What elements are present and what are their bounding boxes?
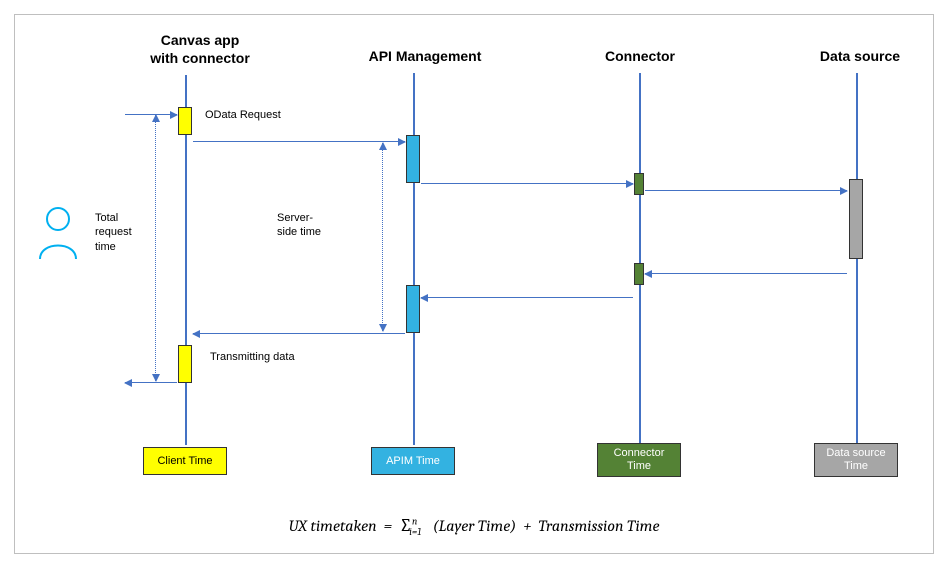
lifeline-datasource: [856, 73, 858, 445]
arrow-canvas-to-apim: [193, 141, 405, 142]
arrow-connector-to-apim: [421, 297, 633, 298]
formula-eq: =: [384, 517, 393, 535]
activation-apim-bottom: [406, 285, 420, 333]
activation-canvas-top: [178, 107, 192, 135]
formula-lhs: UX timetaken: [289, 517, 377, 535]
activation-apim-top: [406, 135, 420, 183]
header-datasource: Data source: [805, 47, 915, 65]
label-total-request-time: Total request time: [95, 211, 150, 254]
lifeline-connector: [639, 73, 641, 445]
label-odata-request: OData Request: [205, 109, 281, 121]
footer-apim-time: APIM Time: [371, 447, 455, 475]
activation-connector-bottom: [634, 263, 644, 285]
activation-datasource: [849, 179, 863, 259]
diagram-frame: Canvas app with connector API Management…: [14, 14, 934, 554]
span-total-request-time: [155, 115, 156, 381]
header-apim: API Management: [355, 47, 495, 65]
formula-sum-lower: i=1: [409, 526, 421, 538]
arrow-datasource-to-connector: [645, 273, 847, 274]
arrow-user-to-canvas: [125, 114, 177, 115]
activation-connector-top: [634, 173, 644, 195]
arrow-canvas-to-user: [125, 382, 177, 383]
span-server-side-time: [382, 143, 383, 331]
footer-client-time: Client Time: [143, 447, 227, 475]
formula: UX timetaken = ∑ni=1 (Layer Time) + Tran…: [15, 515, 933, 538]
formula-plus: +: [523, 517, 531, 535]
label-transmitting: Transmitting data: [210, 351, 295, 363]
arrow-apim-to-canvas: [193, 333, 405, 334]
lifeline-apim: [413, 73, 415, 445]
user-icon: [35, 205, 81, 261]
header-canvas: Canvas app with connector: [135, 31, 265, 67]
header-connector: Connector: [590, 47, 690, 65]
label-server-side-time: Server- side time: [277, 211, 347, 240]
activation-canvas-bottom: [178, 345, 192, 383]
formula-term1: (Layer Time): [433, 517, 516, 535]
arrow-apim-to-connector: [421, 183, 633, 184]
arrow-connector-to-datasource: [645, 190, 847, 191]
footer-connector-time: Connector Time: [597, 443, 681, 477]
footer-datasource-time: Data source Time: [814, 443, 898, 477]
formula-term2: Transmission Time: [538, 517, 659, 535]
